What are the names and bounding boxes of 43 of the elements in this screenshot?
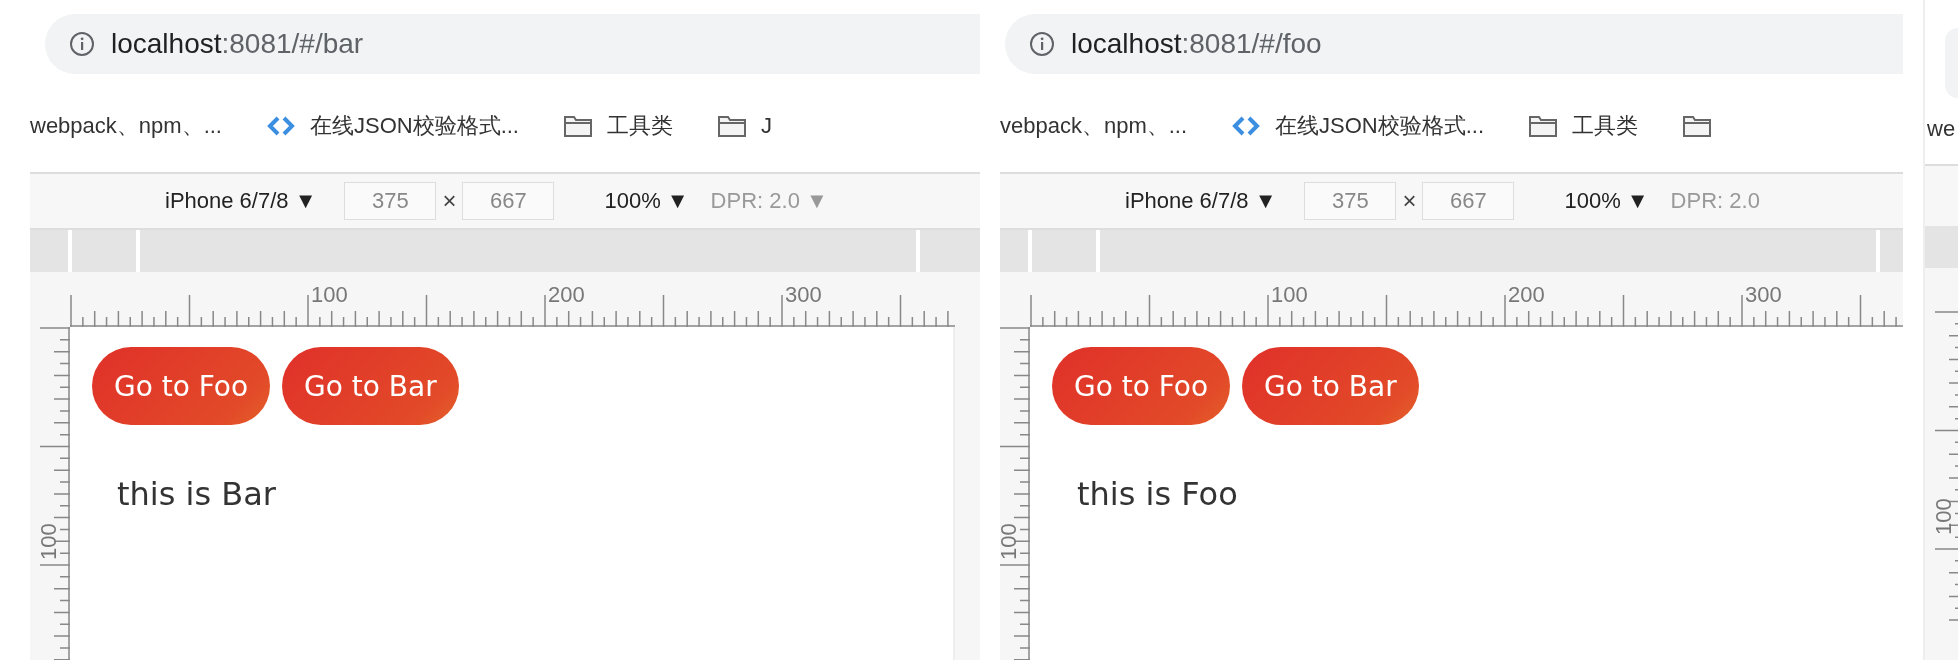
ruler-label: 300 [1745, 282, 1782, 307]
ruler-label: 100 [1271, 282, 1308, 307]
folder-icon [1528, 114, 1559, 138]
address-bar[interactable]: localhost:8081/#/foo [1005, 14, 1903, 74]
nav-button[interactable]: Go to Foo [92, 347, 271, 425]
times-sign: × [1402, 187, 1417, 215]
chevrons-icon [265, 115, 296, 137]
device-dropdown[interactable]: iPhone 6/7/8 ▼ [165, 188, 317, 214]
page-message: this is Foo [1077, 475, 1238, 513]
folder-icon [717, 114, 747, 138]
ruler-label: 200 [548, 282, 585, 307]
ruler-label: 300 [785, 282, 822, 307]
media-query-bar[interactable] [1000, 230, 1903, 272]
times-sign: × [442, 187, 457, 215]
media-query-bar[interactable] [30, 230, 980, 272]
nav-button[interactable]: Go to Bar [282, 347, 459, 425]
bookmark-link[interactable]: 在线JSON校验格式... [1275, 111, 1485, 141]
nav-button[interactable]: Go to Bar [1242, 347, 1419, 425]
bookmark-link[interactable]: J [761, 113, 772, 139]
bookmark-link[interactable]: webpack、npm、... [30, 111, 222, 141]
ruler-label: 100 [1931, 498, 1956, 535]
ruler-label: 100 [36, 523, 61, 560]
nav-button[interactable]: Go to Foo [1052, 347, 1231, 425]
bookmark-link[interactable]: 工具类 [1572, 111, 1639, 141]
ruler-label: 100 [1000, 523, 1021, 560]
bookmark-link[interactable]: vebpack、npm、... [1000, 111, 1188, 141]
folder-icon [563, 114, 593, 138]
info-icon[interactable] [69, 31, 95, 57]
zoom-dropdown[interactable]: 100% ▼ [1564, 188, 1649, 214]
url-text: localhost:8081/#/bar [111, 28, 364, 60]
ruler-label: 200 [1508, 282, 1545, 307]
chevrons-icon [1231, 115, 1262, 137]
folder-icon [1682, 114, 1713, 138]
bookmark-link[interactable]: we [1927, 116, 1956, 142]
zoom-dropdown[interactable]: 100% ▼ [604, 188, 689, 214]
page-message: this is Bar [117, 475, 276, 513]
info-icon[interactable] [1029, 31, 1055, 57]
ruler-label: 100 [311, 282, 348, 307]
address-bar[interactable]: localhost:8081/#/bar [45, 14, 980, 74]
bookmark-link[interactable]: 在线JSON校验格式... [309, 111, 519, 141]
bookmark-link[interactable]: 工具类 [607, 111, 673, 141]
device-dropdown[interactable]: iPhone 6/7/8 ▼ [1125, 188, 1277, 214]
url-text: localhost:8081/#/foo [1071, 28, 1322, 60]
